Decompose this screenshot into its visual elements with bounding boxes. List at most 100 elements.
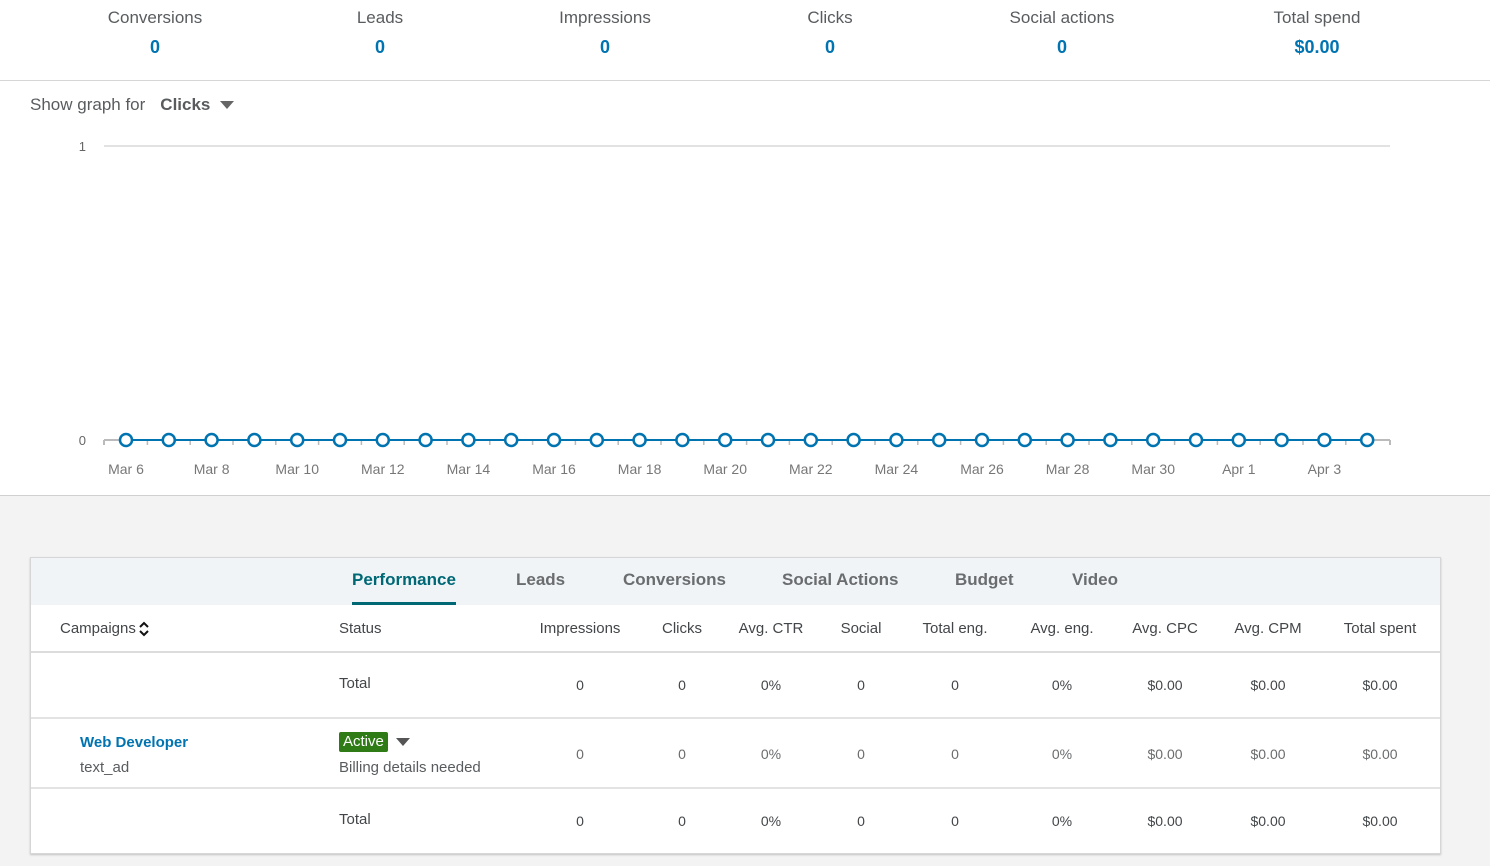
row-avg-cpm: $0.00: [1250, 746, 1286, 762]
kpi-value: 0: [374, 37, 385, 57]
column-header-avg-ctr[interactable]: Avg. CTR: [739, 620, 804, 637]
x-tick-label: Mar 10: [275, 461, 319, 477]
kpi-conversions[interactable]: Conversions 0: [55, 6, 255, 62]
kpi-label: Conversions: [107, 8, 203, 27]
data-point: [161, 432, 177, 448]
table-row: Web Developer text_ad Active Billing det…: [31, 719, 1440, 789]
row-avg-eng: 0%: [1051, 746, 1073, 762]
y-tick-label: 1: [79, 139, 86, 154]
total-label: Total: [339, 811, 371, 828]
data-point: [375, 432, 391, 448]
total-impressions: 0: [576, 813, 584, 829]
column-header-clicks[interactable]: Clicks: [662, 620, 702, 637]
total-social: 0: [857, 677, 865, 693]
campaign-name-link[interactable]: Web Developer: [80, 734, 188, 751]
tab-performance[interactable]: Performance: [352, 570, 456, 605]
kpi-value: 0: [599, 37, 610, 57]
data-point: [675, 432, 690, 448]
data-point: [760, 432, 776, 448]
metric-tabs: Performance Leads Conversions Social Act…: [31, 558, 1440, 605]
x-tick-label: Mar 22: [789, 461, 833, 477]
row-total-spent: $0.00: [1362, 746, 1398, 762]
data-point: [717, 432, 733, 448]
column-header-label: Campaigns: [60, 620, 136, 637]
tab-conversions[interactable]: Conversions: [623, 570, 726, 605]
kpi-leads[interactable]: Leads 0: [280, 6, 480, 62]
column-header-social[interactable]: Social: [841, 620, 882, 637]
column-header-avg-cpc[interactable]: Avg. CPC: [1132, 620, 1198, 637]
tab-leads[interactable]: Leads: [516, 570, 565, 605]
kpi-total-spend[interactable]: Total spend $0.00: [1217, 6, 1417, 62]
campaign-type: text_ad: [80, 759, 130, 776]
x-tick-label: Mar 24: [875, 461, 919, 477]
status-badge: Active: [339, 732, 388, 752]
data-point: [1359, 432, 1375, 448]
data-point: [1017, 432, 1033, 448]
data-point: [461, 432, 476, 448]
graph-metric-dropdown[interactable]: Clicks: [160, 95, 235, 115]
row-total-eng: 0: [951, 746, 959, 762]
data-point: [418, 432, 433, 448]
x-tick-label: Mar 28: [1046, 461, 1090, 477]
total-total-spent: $0.00: [1362, 677, 1398, 693]
column-header-avg-eng[interactable]: Avg. eng.: [1030, 620, 1093, 637]
kpi-clicks[interactable]: Clicks 0: [730, 6, 930, 62]
x-tick-label: Mar 20: [703, 461, 747, 477]
graph-selector: Show graph for Clicks: [30, 95, 235, 115]
x-tick-label: Mar 30: [1131, 461, 1175, 477]
total-avg-cpc: $0.00: [1147, 677, 1183, 693]
total-total-eng: 0: [951, 677, 959, 693]
status-dropdown-icon[interactable]: [396, 738, 410, 746]
row-avg-cpc: $0.00: [1147, 746, 1183, 762]
kpi-bar: Conversions 0 Leads 0 Impressions 0 Clic…: [0, 0, 1490, 81]
data-point: [589, 432, 605, 448]
total-label: Total: [339, 675, 371, 692]
caret-down-icon: [220, 101, 235, 109]
x-tick-label: Mar 12: [361, 461, 405, 477]
graph-selector-label: Show graph for: [30, 95, 146, 114]
x-tick-label: Apr 1: [1222, 461, 1256, 477]
graph-metric-value: Clicks: [160, 95, 211, 114]
tab-budget[interactable]: Budget: [955, 570, 1014, 605]
total-impressions: 0: [576, 677, 584, 693]
x-tick-label: Mar 16: [532, 461, 576, 477]
column-header-avg-cpm[interactable]: Avg. CPM: [1234, 620, 1301, 637]
column-header-total-eng[interactable]: Total eng.: [922, 620, 987, 637]
status-note: Billing details needed: [339, 759, 481, 776]
kpi-social-actions[interactable]: Social actions 0: [962, 6, 1162, 62]
data-point: [503, 432, 519, 448]
kpi-value: $0.00: [1294, 37, 1340, 57]
y-tick-label: 0: [79, 433, 86, 448]
kpi-label: Leads: [356, 8, 404, 27]
data-point: [546, 432, 562, 448]
row-clicks: 0: [678, 746, 686, 762]
data-point: [1103, 432, 1118, 448]
column-header-impressions[interactable]: Impressions: [540, 620, 621, 637]
kpi-label: Impressions: [559, 8, 651, 27]
kpi-impressions[interactable]: Impressions 0: [505, 6, 705, 62]
data-point: [118, 432, 134, 448]
column-header-campaigns[interactable]: Campaigns: [60, 620, 150, 638]
data-point: [247, 432, 262, 448]
kpi-label: Clicks: [807, 8, 853, 27]
table-total-row: Total 0 0 0% 0 0 0% $0.00 $0.00 $0.00: [31, 789, 1440, 853]
tab-social-actions[interactable]: Social Actions: [782, 570, 899, 605]
x-tick-label: Apr 3: [1308, 461, 1342, 477]
data-point: [974, 432, 990, 448]
total-clicks: 0: [678, 677, 686, 693]
data-point: [803, 432, 819, 448]
data-point: [889, 432, 904, 448]
table-total-row: Total 0 0 0% 0 0 0% $0.00 $0.00 $0.00: [31, 653, 1440, 719]
column-header-total-spent[interactable]: Total spent: [1344, 620, 1417, 637]
sort-icon[interactable]: [138, 620, 150, 638]
table-header: Campaigns Status Impressions Clicks Avg.…: [31, 605, 1440, 653]
total-avg-cpm: $0.00: [1250, 677, 1286, 693]
data-point: [1145, 432, 1161, 448]
data-point: [632, 432, 647, 448]
total-avg-cpm: $0.00: [1250, 813, 1286, 829]
kpi-value: 0: [1056, 37, 1067, 57]
data-point: [332, 432, 348, 448]
campaign-table-card: Performance Leads Conversions Social Act…: [30, 557, 1441, 854]
kpi-label: Total spend: [1273, 8, 1361, 27]
tab-video[interactable]: Video: [1072, 570, 1118, 605]
